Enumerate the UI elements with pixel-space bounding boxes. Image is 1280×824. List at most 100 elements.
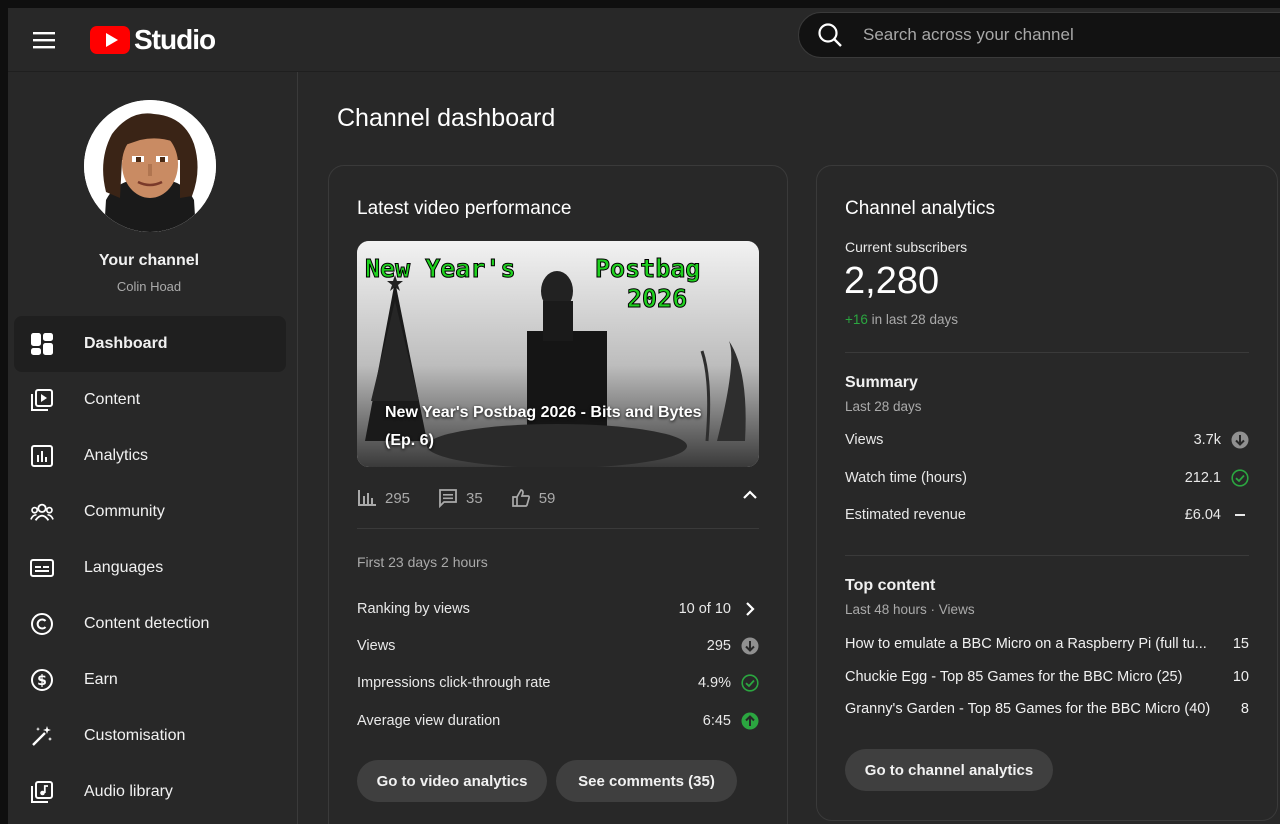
video-thumbnail[interactable]: New Year's Postbag 2026 New Year's Postb… [357, 241, 759, 467]
sidebar-item-label: Languages [84, 559, 164, 576]
metric-value: £6.04 [1184, 507, 1221, 523]
video-title: New Year's Postbag 2026 - Bits and Bytes… [385, 404, 702, 449]
sidebar-item-content-detection[interactable]: Content detection [14, 596, 286, 652]
sidebar-item-audio-library[interactable]: Audio library [14, 764, 286, 820]
sidebar-nav: Dashboard Content Analytics Community La… [14, 316, 286, 820]
subscribers-label: Current subscribers [845, 239, 968, 255]
avg-duration-row: Average view duration 6:45 [357, 709, 759, 733]
comments-stat: 35 [438, 488, 483, 508]
divider [845, 352, 1249, 353]
youtube-logo-icon [90, 26, 130, 54]
metric-label: Watch time (hours) [845, 470, 967, 486]
views-stat: 295 [357, 489, 410, 507]
content-icon [30, 388, 54, 412]
page-title: Channel dashboard [337, 104, 556, 132]
check-circle-icon [1231, 469, 1249, 487]
sidebar-item-content[interactable]: Content [14, 372, 286, 428]
metric-label: Average view duration [357, 713, 501, 729]
search-bar[interactable] [798, 12, 1280, 58]
sidebar-item-label: Customisation [84, 727, 186, 744]
go-to-channel-analytics-button[interactable]: Go to channel analytics [845, 749, 1053, 791]
audio-library-icon [30, 780, 54, 804]
top-content-item[interactable]: Chuckie Egg - Top 85 Games for the BBC M… [845, 669, 1249, 685]
bar-chart-icon [358, 490, 376, 506]
sidebar-item-label: Content detection [84, 615, 210, 632]
search-input[interactable] [863, 25, 1280, 45]
thumbs-up-icon [511, 489, 530, 507]
thumbnail-title-left: New Year's [365, 254, 516, 283]
trend-down-icon [1231, 431, 1249, 449]
likes-stat: 59 [511, 488, 556, 508]
thumbnail-title-right: Postbag [595, 254, 700, 283]
comment-icon [439, 489, 457, 508]
channel-analytics-card: Channel analytics Current subscribers 2,… [816, 165, 1278, 821]
top-content-views: 15 [1232, 636, 1249, 652]
video-stats-row: 295 35 59 [357, 486, 759, 510]
latest-video-card: Latest video performance New Year's Post… [328, 165, 788, 824]
summary-revenue-row: Estimated revenue £6.04 [845, 503, 1249, 527]
metric-value: 3.7k [1193, 432, 1221, 448]
sidebar-item-label: Community [84, 503, 165, 520]
analytics-icon [30, 444, 54, 468]
summary-watch-time-row: Watch time (hours) 212.1 [845, 466, 1249, 490]
summary-period: Last 28 days [845, 399, 922, 414]
community-icon [30, 500, 54, 524]
thumbnail-year: 2026 [627, 284, 687, 313]
subtitles-icon [30, 556, 54, 580]
metric-value: 295 [706, 638, 731, 654]
top-content-title: Granny's Garden - Top 85 Games for the B… [845, 701, 1211, 717]
summary-title: Summary [845, 374, 918, 391]
metric-value: 212.1 [1184, 470, 1221, 486]
top-content-views: 8 [1240, 701, 1249, 717]
views-count: 295 [385, 489, 411, 507]
go-to-video-analytics-button[interactable]: Go to video analytics [357, 760, 547, 802]
sidebar-item-earn[interactable]: $ Earn [14, 652, 286, 708]
comments-count: 35 [466, 489, 483, 507]
top-bar: Studio [8, 8, 1280, 72]
top-content-title: Top content [845, 577, 936, 594]
menu-icon[interactable] [28, 24, 60, 56]
subscribers-delta-suffix: in last 28 days [867, 312, 958, 327]
avatar[interactable] [84, 100, 216, 232]
top-content-views: 10 [1232, 669, 1249, 685]
period-label: First 23 days 2 hours [357, 554, 488, 570]
copyright-icon [30, 612, 54, 636]
metric-label: Views [845, 432, 884, 448]
studio-window: Studio Your channel Colin Hoad [8, 8, 1280, 824]
card-title: Channel analytics [845, 198, 995, 219]
sidebar-item-customisation[interactable]: Customisation [14, 708, 286, 764]
chevron-right-icon[interactable] [741, 600, 759, 618]
sidebar-item-community[interactable]: Community [14, 484, 286, 540]
dollar-icon: $ [30, 668, 54, 692]
divider [845, 555, 1249, 556]
sidebar-item-label: Earn [84, 671, 118, 688]
top-content-item[interactable]: Granny's Garden - Top 85 Games for the B… [845, 701, 1249, 717]
channel-title: Your channel [98, 252, 200, 269]
sidebar-item-label: Analytics [84, 447, 149, 464]
search-icon[interactable] [817, 21, 845, 49]
sidebar-item-label: Audio library [84, 783, 173, 800]
chevron-up-icon[interactable] [741, 486, 759, 509]
magic-wand-icon [30, 724, 54, 748]
sidebar-item-dashboard[interactable]: Dashboard [14, 316, 286, 372]
see-comments-button[interactable]: See comments (35) [556, 760, 737, 802]
sidebar-item-analytics[interactable]: Analytics [14, 428, 286, 484]
studio-logo[interactable]: Studio [90, 20, 216, 60]
check-circle-icon [741, 674, 759, 692]
ranking-row[interactable]: Ranking by views 10 of 10 [357, 597, 759, 621]
svg-text:$: $ [37, 673, 47, 689]
divider [357, 528, 759, 529]
metric-label: Estimated revenue [845, 507, 966, 523]
top-content-title: Chuckie Egg - Top 85 Games for the BBC M… [845, 669, 1183, 685]
metric-label: Ranking by views [357, 601, 470, 617]
sidebar: Your channel Colin Hoad Dashboard Conten… [8, 72, 298, 824]
channel-name: Colin Hoad [116, 279, 182, 294]
card-title: Latest video performance [357, 198, 572, 219]
metric-value: 10 of 10 [678, 601, 731, 617]
dash-icon [1231, 506, 1249, 524]
top-content-period: Last 48 hours · Views [845, 602, 975, 617]
subscribers-change: +16 in last 28 days [845, 312, 958, 327]
sidebar-item-languages[interactable]: Languages [14, 540, 286, 596]
top-content-item[interactable]: How to emulate a BBC Micro on a Raspberr… [845, 636, 1249, 652]
likes-count: 59 [538, 489, 556, 507]
